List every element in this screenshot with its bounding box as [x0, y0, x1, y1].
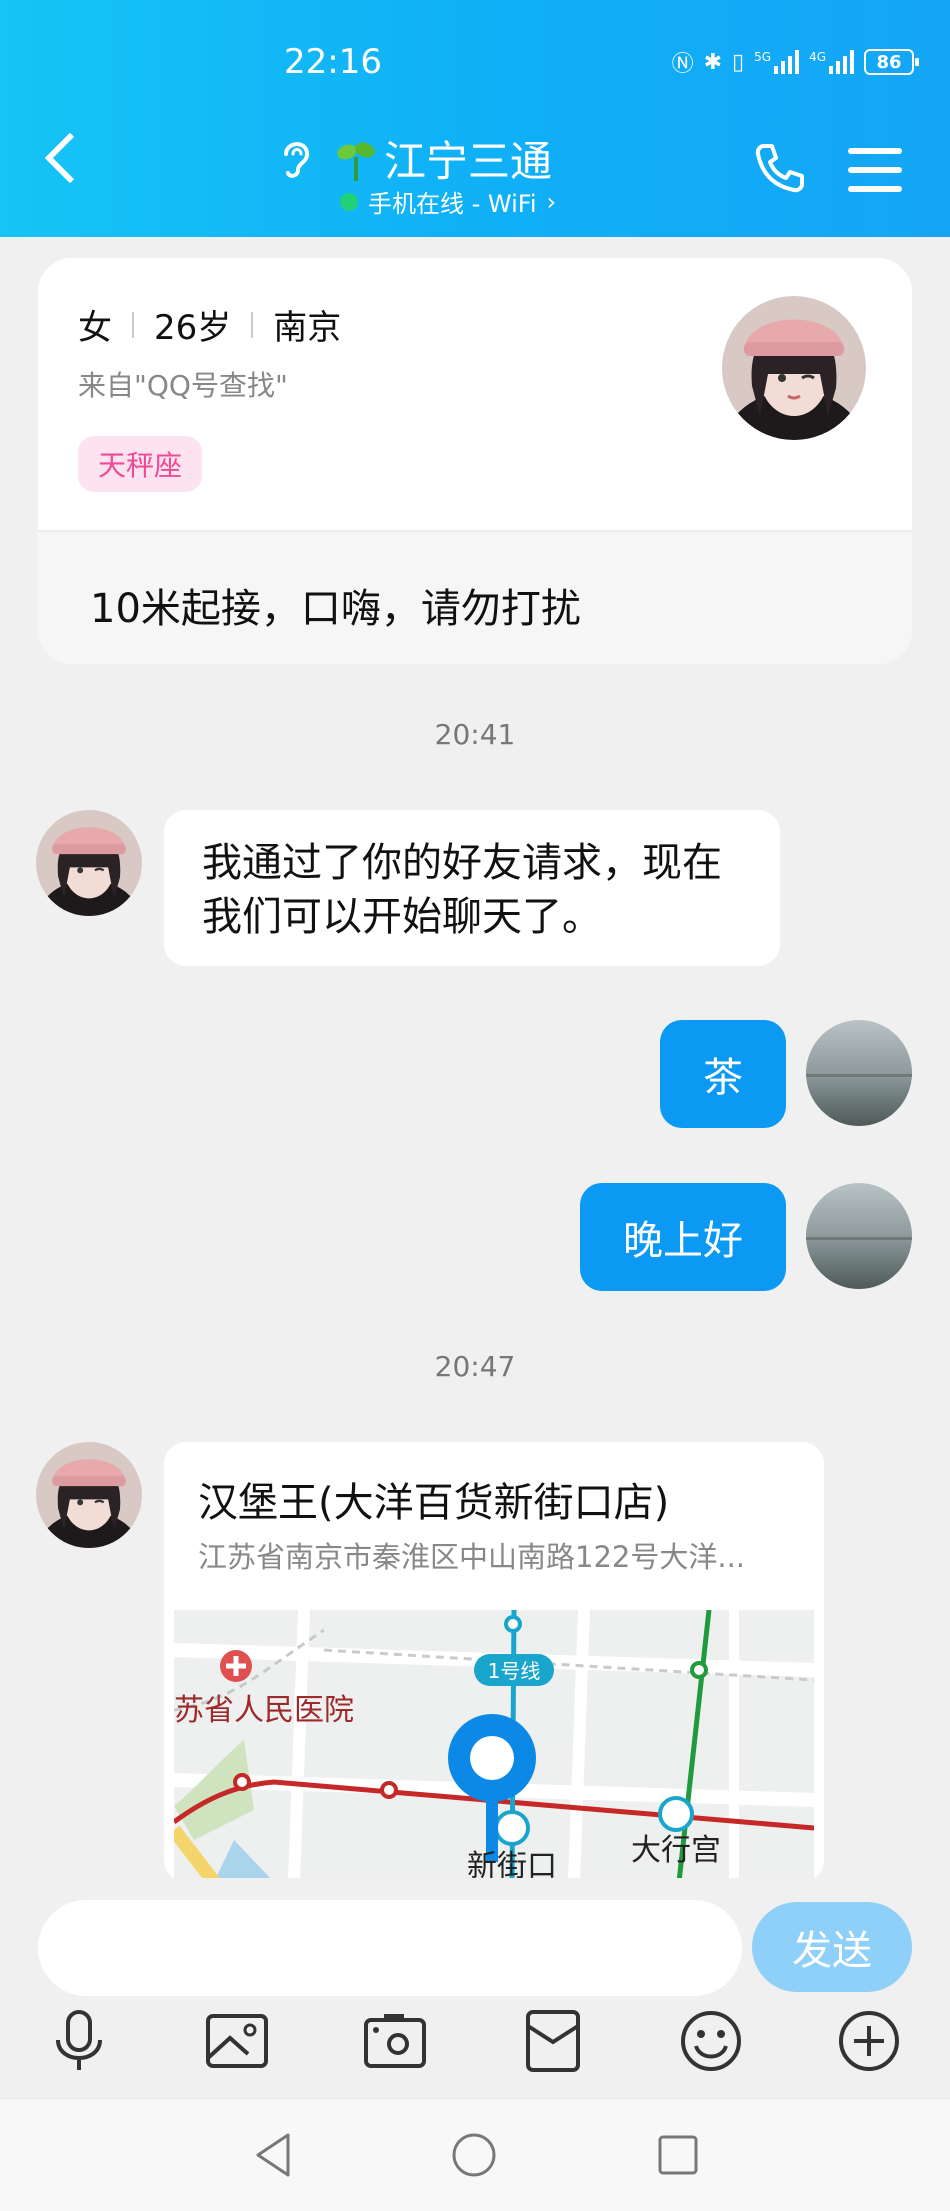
emoji-icon[interactable] [678, 2008, 744, 2074]
nav-recents-icon[interactable] [652, 2129, 704, 2181]
bluetooth-icon: ✱ [703, 49, 723, 75]
my-avatar[interactable] [806, 1183, 912, 1289]
nav-home-icon[interactable] [448, 2129, 500, 2181]
online-status-text: 手机在线 - WiFi [368, 190, 537, 218]
microphone-icon[interactable] [46, 2008, 112, 2074]
status-icons: Ⓝ ✱ ▯ 5G 4G 86 [671, 46, 919, 78]
signal-4g-icon: 4G [809, 50, 854, 74]
timestamp: 20:47 [434, 1350, 516, 1383]
timestamp: 20:41 [434, 718, 516, 751]
location-map[interactable]: 苏省人民医院 1号线 新街口 大行宫 [174, 1610, 814, 1882]
message-bubble-outgoing[interactable]: 晚上好 [580, 1183, 786, 1291]
message-input[interactable] [38, 1900, 742, 1996]
chat-header: 22:16 Ⓝ ✱ ▯ 5G 4G 86 江宁三通 手机在线 - WiFi › [0, 0, 950, 237]
profile-card[interactable]: 女 26岁 南京 来自"QQ号查找" 天秤座 10米起接，口嗨，请勿打扰 [38, 258, 912, 664]
location-message[interactable]: 汉堡王(大洋百货新街口店) 江苏省南京市秦淮区中山南路122号大洋... 苏省人… [164, 1442, 824, 1882]
plus-icon[interactable] [836, 2008, 902, 2074]
battery-icon: 86 [864, 49, 919, 75]
profile-signature: 10米起接，口嗨，请勿打扰 [90, 586, 581, 632]
sprout-icon [337, 142, 375, 181]
location-name: 汉堡王(大洋百货新街口店) [198, 1480, 670, 1526]
signature-section: 10米起接，口嗨，请勿打扰 [38, 530, 912, 664]
online-dot [340, 192, 358, 211]
map-label-line: 1号线 [488, 1659, 541, 1683]
map-label-station: 大行宫 [631, 1833, 721, 1868]
red-envelope-icon[interactable] [520, 2008, 586, 2074]
status-time: 22:16 [284, 42, 382, 82]
input-bar: 发送 [0, 1878, 950, 2098]
chat-title[interactable]: 江宁三通 [336, 128, 552, 189]
divider [251, 311, 254, 338]
my-avatar[interactable] [806, 1020, 912, 1126]
profile-gender: 女 [78, 308, 112, 348]
signal-5g-icon: 5G [754, 50, 800, 74]
send-button[interactable]: 发送 [752, 1902, 912, 1992]
profile-source: 来自"QQ号查找" [78, 369, 288, 402]
profile-avatar[interactable] [722, 296, 866, 440]
location-address: 江苏省南京市秦淮区中山南路122号大洋... [198, 1540, 746, 1574]
ear-mode-icon[interactable] [276, 136, 316, 191]
system-navbar [0, 2098, 950, 2211]
chevron-right-icon: › [546, 187, 557, 216]
contact-avatar[interactable] [36, 810, 142, 916]
phone-icon[interactable] [752, 140, 808, 196]
profile-basic-info: 女 26岁 南京 [78, 300, 341, 349]
profile-age: 26岁 [154, 308, 232, 348]
zodiac-tag: 天秤座 [78, 436, 203, 492]
online-status[interactable]: 手机在线 - WiFi › [340, 184, 556, 219]
contact-avatar[interactable] [36, 1442, 142, 1548]
nfc-icon: Ⓝ [671, 52, 694, 77]
contact-name: 江宁三通 [384, 137, 553, 186]
back-button[interactable] [44, 132, 96, 184]
image-icon[interactable] [204, 2008, 270, 2074]
divider [132, 311, 134, 338]
map-label-hospital: 苏省人民医院 [174, 1693, 354, 1728]
message-bubble-outgoing[interactable]: 茶 [660, 1020, 786, 1128]
camera-icon[interactable] [362, 2008, 428, 2074]
nav-back-icon[interactable] [248, 2129, 300, 2181]
menu-icon[interactable] [848, 148, 902, 205]
vibrate-icon: ▯ [732, 49, 745, 75]
profile-city: 南京 [273, 308, 342, 348]
message-bubble-incoming[interactable]: 我通过了你的好友请求，现在我们可以开始聊天了。 [164, 810, 780, 966]
